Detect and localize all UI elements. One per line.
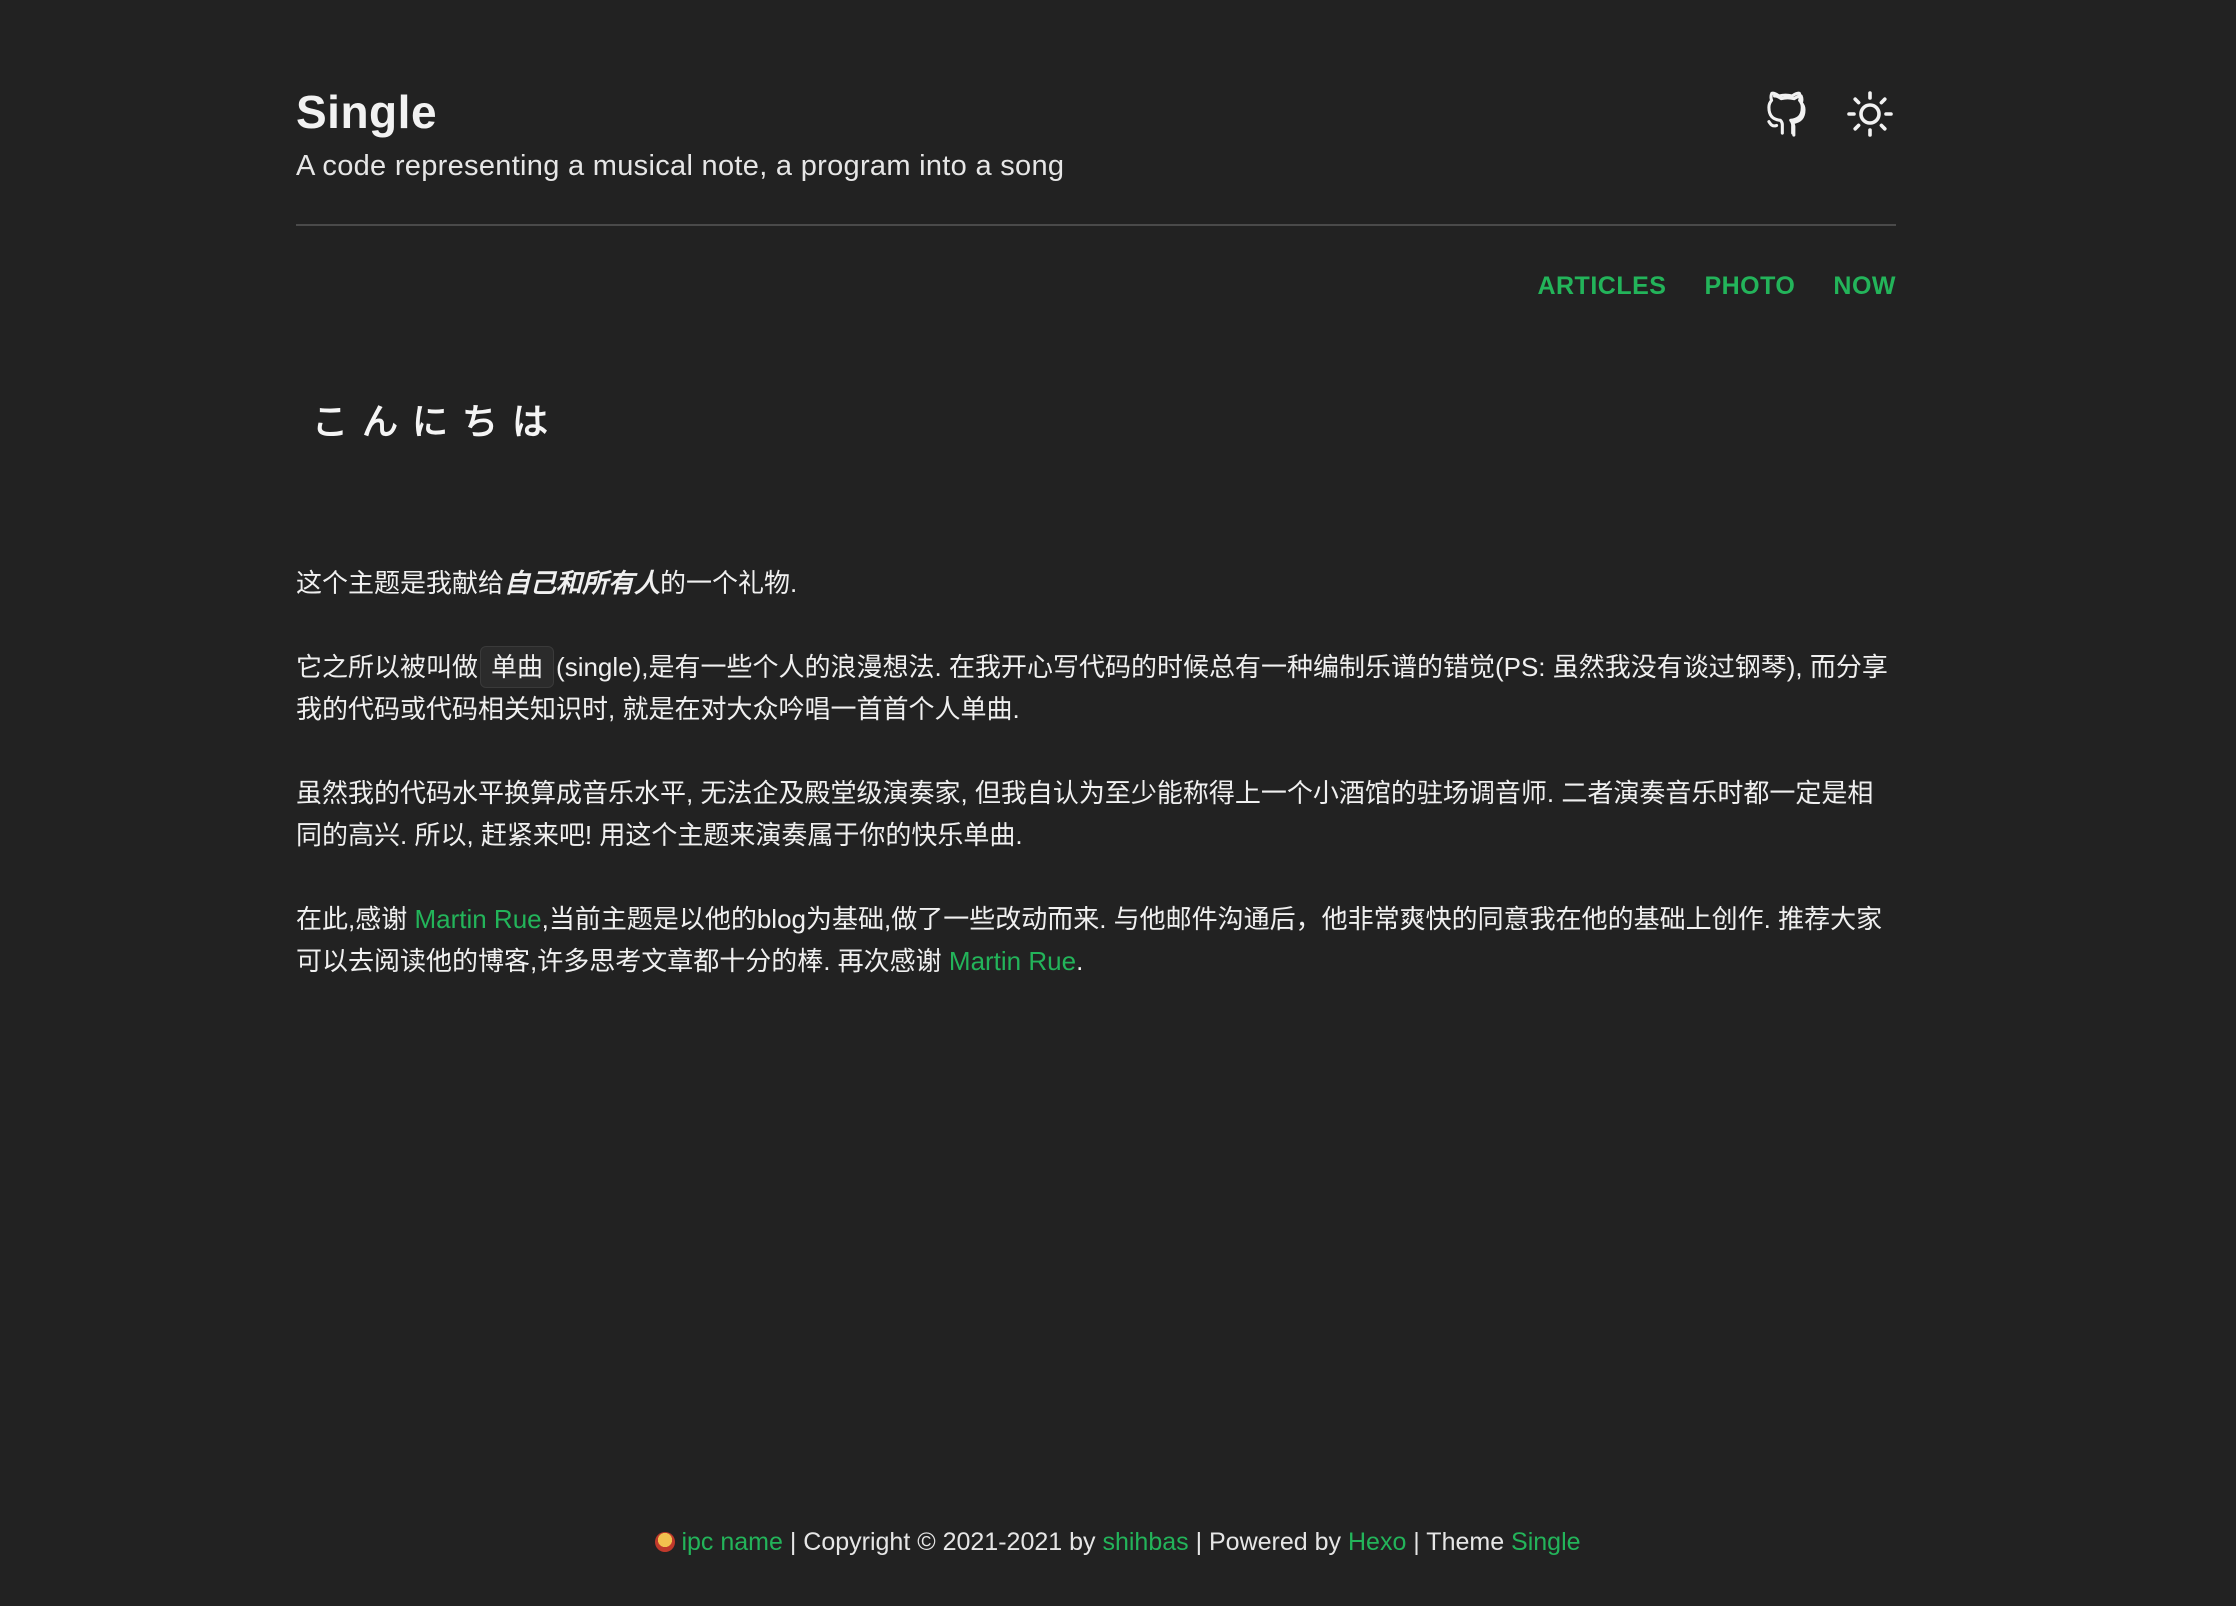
nav-item-articles[interactable]: ARTICLES (1537, 268, 1666, 304)
sun-icon[interactable] (1844, 88, 1896, 140)
martin-rue-link-1[interactable]: Martin Rue (414, 904, 541, 934)
theme-link[interactable]: Single (1511, 1528, 1581, 1556)
theme-text: | Theme (1406, 1528, 1512, 1556)
page-greeting: こんにちは (312, 401, 563, 442)
paragraph-1: 这个主题是我献给自己和所有人的一个礼物. (296, 562, 1896, 604)
header-icons (1764, 88, 1896, 140)
icp-link[interactable]: ipc name (681, 1528, 782, 1556)
main-nav: ARTICLES PHOTO NOW (1537, 268, 1896, 304)
page: Single A code representing a musical not… (0, 0, 2236, 1606)
p1-prefix: 这个主题是我献给 (296, 568, 505, 598)
site-footer: ipc name | Copyright © 2021-2021 by shih… (0, 1522, 2236, 1562)
p4-prefix: 在此,感谢 (296, 904, 415, 934)
github-icon[interactable] (1764, 88, 1816, 140)
p1-suffix: 的一个礼物. (660, 568, 798, 598)
p2-prefix: 它之所以被叫做 (296, 652, 479, 682)
copyright-text: | Copyright © 2021-2021 by (782, 1528, 1103, 1556)
powered-text: | Powered by (1188, 1528, 1348, 1556)
p4-suffix: . (1076, 946, 1084, 976)
p1-emphasis: 自己和所有人 (504, 568, 661, 598)
site-subtitle: A code representing a musical note, a pr… (296, 150, 1065, 182)
site-title[interactable]: Single (296, 80, 437, 144)
icp-badge-icon (655, 1532, 676, 1552)
author-link[interactable]: shihbas (1102, 1528, 1188, 1556)
article-content: 这个主题是我献给自己和所有人的一个礼物. 它之所以被叫做 单曲 (single),是… (296, 562, 1896, 1024)
paragraph-4: 在此,感谢 Martin Rue,当前主题是以他的blog为基础,做了一些改动而… (296, 898, 1896, 982)
nav-item-now[interactable]: NOW (1833, 268, 1896, 304)
hexo-link[interactable]: Hexo (1348, 1528, 1406, 1556)
nav-item-photo[interactable]: PHOTO (1704, 268, 1795, 304)
paragraph-3: 虽然我的代码水平换算成音乐水平, 无法企及殿堂级演奏家, 但我自认为至少能称得上… (296, 772, 1896, 856)
header-divider (296, 224, 1896, 226)
single-code-tag: 单曲 (480, 646, 555, 688)
martin-rue-link-2[interactable]: Martin Rue (949, 946, 1076, 976)
p3-text: 虽然我的代码水平换算成音乐水平, 无法企及殿堂级演奏家, 但我自认为至少能称得上… (296, 778, 1874, 850)
paragraph-2: 它之所以被叫做 单曲 (single),是有一些个人的浪漫想法. 在我开心写代码的时… (296, 646, 1896, 730)
